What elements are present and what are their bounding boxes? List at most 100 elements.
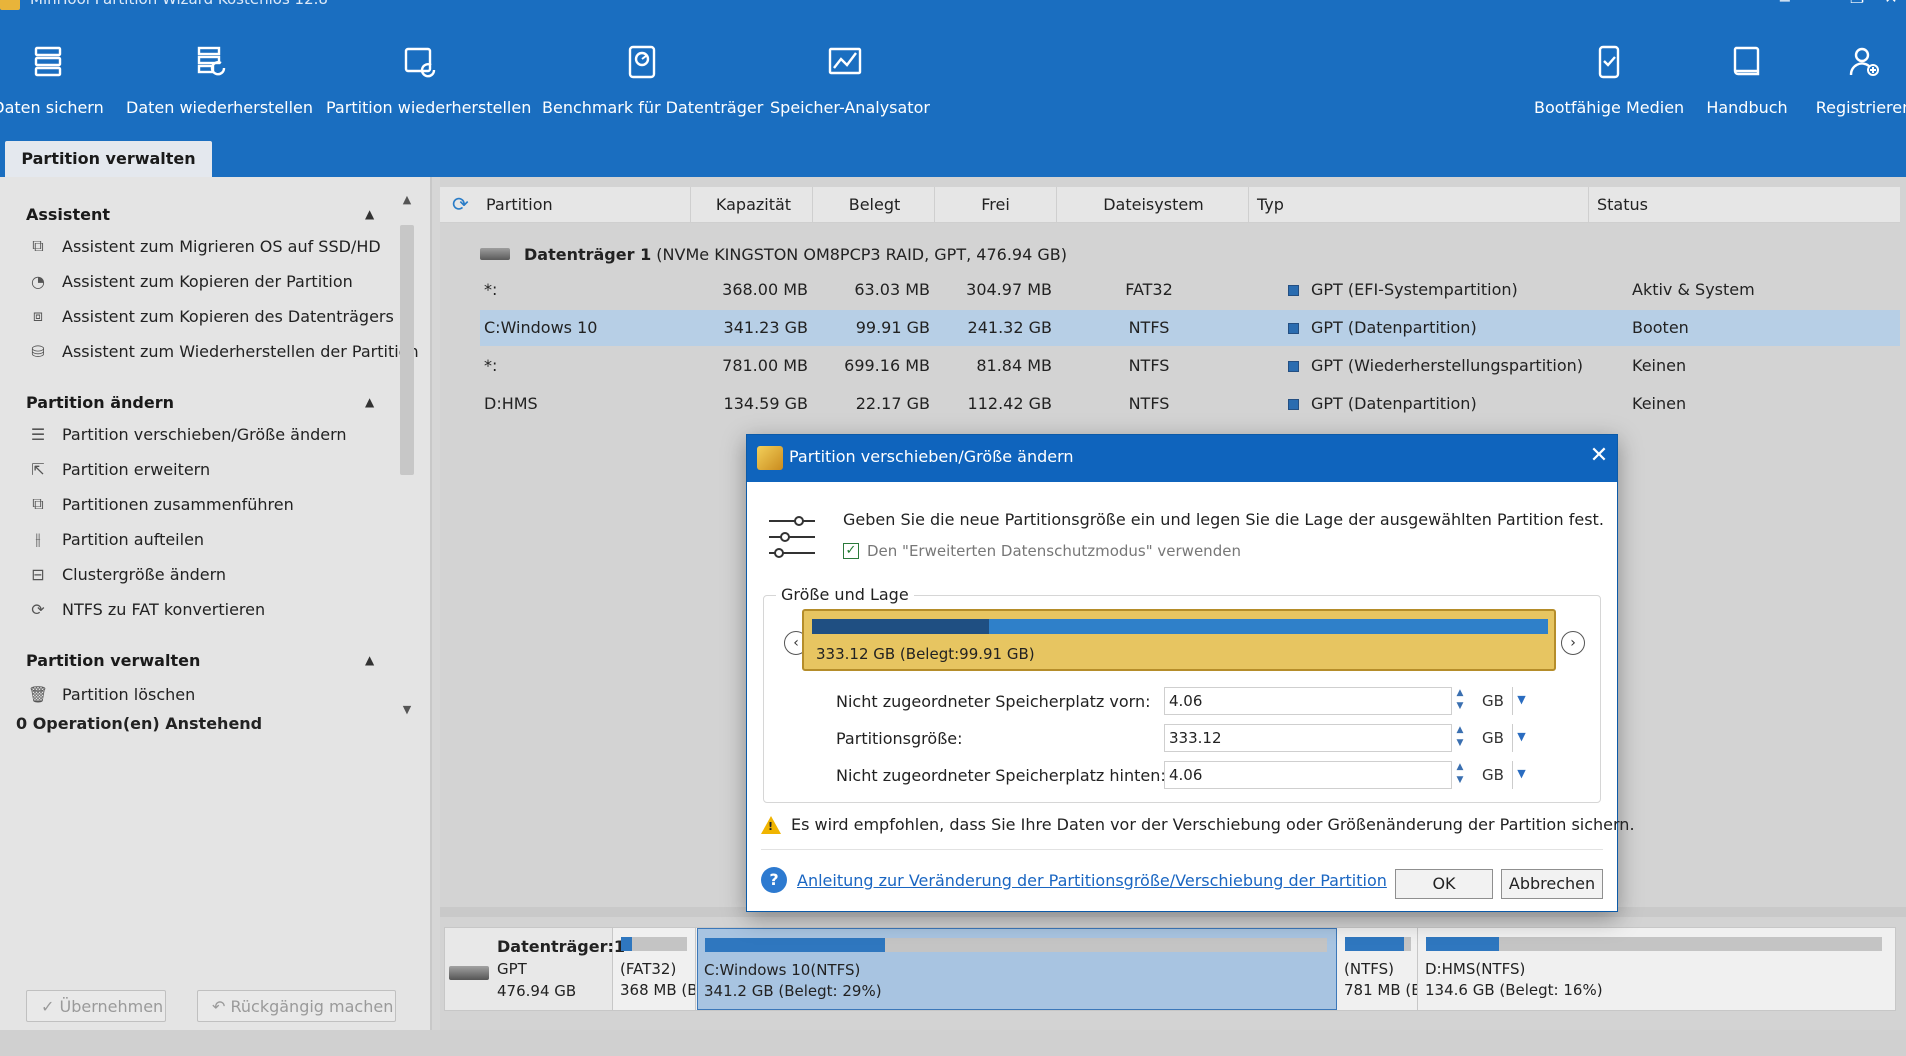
toolbar-bootable-media-button[interactable]: Bootfähige Medien: [1534, 36, 1684, 126]
unallocated-before-input[interactable]: 4.06: [1164, 687, 1452, 715]
col-filesystem[interactable]: Dateisystem: [1056, 187, 1250, 223]
move-resize-icon: ☰: [30, 424, 46, 444]
cell-status: Keinen: [1632, 356, 1687, 375]
disk-map-partition[interactable]: D:HMS(NTFS) 134.6 GB (Belegt: 16%): [1419, 928, 1895, 1010]
ok-button[interactable]: OK: [1395, 869, 1493, 899]
disk-map-partition[interactable]: (FAT32) 368 MB (Bel: [614, 928, 696, 1010]
partition-size-stepper-icon[interactable]: ▲ ▼: [1452, 724, 1468, 752]
menu-icon[interactable]: ≡: [1774, 0, 1796, 8]
partition-used-fill: [812, 619, 989, 634]
table-row[interactable]: *: 368.00 MB 63.03 MB 304.97 MB FAT32 GP…: [480, 272, 1900, 308]
sidebar-item-migrate-os[interactable]: ⧉ Assistent zum Migrieren OS auf SSD/HD: [28, 233, 381, 259]
unit-dropdown-icon[interactable]: ▼: [1512, 687, 1530, 715]
toolbar-benchmark-button[interactable]: Benchmark für Datenträger: [542, 36, 763, 126]
partition-size-label: Partitionsgröße:: [836, 729, 963, 748]
undo-button[interactable]: ↶ Rückgängig machen: [197, 990, 396, 1022]
data-recovery-icon: [197, 46, 226, 76]
sidebar-item-merge-partitions[interactable]: ⧉ Partitionen zusammenführen: [28, 491, 293, 517]
restore-icon[interactable]: ❐: [1846, 0, 1868, 8]
refresh-icon[interactable]: ⟳: [452, 194, 472, 215]
unallocated-before-stepper-icon[interactable]: ▲ ▼: [1452, 687, 1468, 715]
sidebar-item-copy-disk[interactable]: ⧈ Assistent zum Kopieren des Datenträgers: [28, 303, 394, 329]
sidebar-item-extend-partition[interactable]: ⇱ Partition erweitern: [28, 456, 210, 482]
manual-icon: [1733, 46, 1760, 76]
backup-icon: [34, 46, 62, 77]
advanced-protection-checkbox[interactable]: ✓ Den "Erweiterten Datenschutzmodus" ver…: [843, 542, 1241, 560]
scroll-up-icon[interactable]: ▲: [400, 193, 414, 206]
toolbar-bootable-media-label: Bootfähige Medien: [1534, 98, 1685, 117]
sidebar-item-ntfs-to-fat[interactable]: ⟳ NTFS zu FAT konvertieren: [28, 596, 265, 622]
cell-partition: *:: [484, 356, 498, 375]
cell-type-label: GPT (Datenpartition): [1311, 394, 1477, 413]
toolbar-manual-button[interactable]: Handbuch: [1700, 36, 1794, 126]
usage-fill: [621, 937, 633, 951]
sidebar-item-delete-partition[interactable]: 🗑 Partition löschen: [28, 681, 195, 707]
move-right-arrow-icon[interactable]: ›: [1561, 631, 1585, 655]
help-icon[interactable]: ?: [761, 867, 787, 893]
col-capacity[interactable]: Kapazität: [690, 187, 816, 223]
copy-disk-icon: ⧈: [32, 306, 44, 325]
partition-size-input[interactable]: 333.12: [1164, 724, 1452, 752]
app-logo-icon: [0, 0, 20, 10]
help-link[interactable]: Anleitung zur Veränderung der Partitions…: [797, 871, 1387, 890]
close-window-icon[interactable]: ✕: [1880, 0, 1902, 8]
col-free[interactable]: Frei: [934, 187, 1056, 223]
dialog-close-icon[interactable]: ✕: [1587, 443, 1611, 469]
toolbar-space-analyzer-button[interactable]: Speicher-Analysator: [770, 36, 930, 126]
tab-partition-management[interactable]: Partition verwalten: [5, 141, 212, 177]
table-row[interactable]: *: 781.00 MB 699.16 MB 81.84 MB NTFS GPT…: [480, 348, 1900, 384]
disk-map-partition-selected[interactable]: C:Windows 10(NTFS) 341.2 GB (Belegt: 29%…: [697, 928, 1337, 1010]
section-manage-partition-collapse-icon[interactable]: ▲: [365, 653, 379, 667]
toolbar-manual-label: Handbuch: [1706, 98, 1788, 117]
minimize-icon[interactable]: –: [1812, 0, 1834, 8]
unallocated-after-stepper-icon[interactable]: ▲ ▼: [1452, 761, 1468, 789]
sidebar-item-partition-recovery[interactable]: ⛁ Assistent zum Wiederherstellen der Part…: [28, 338, 418, 364]
sidebar-scrollbar[interactable]: ▲ ▼: [400, 193, 414, 716]
sidebar-item-label: Partition aufteilen: [62, 529, 205, 549]
sidebar-item-label: Assistent zum Migrieren OS auf SSD/HD: [62, 236, 381, 256]
disk-row[interactable]: Datenträger 1 (NVMe KINGSTON OM8PCP3 RAI…: [480, 241, 1067, 267]
disk-label: Datenträger 1: [524, 244, 652, 264]
cell-used: 699.16 MB: [844, 356, 930, 375]
cell-status: Booten: [1632, 318, 1689, 337]
sidebar-item-cluster-size[interactable]: ⊟ Clustergröße ändern: [28, 561, 226, 587]
cell-capacity: 368.00 MB: [722, 280, 808, 299]
section-change-partition-collapse-icon[interactable]: ▲: [365, 395, 379, 409]
disk-icon: [449, 966, 489, 980]
partition-recovery-icon: [404, 47, 436, 78]
cell-free: 112.42 GB: [967, 394, 1052, 413]
unallocated-after-input[interactable]: 4.06: [1164, 761, 1452, 789]
apply-button[interactable]: ✓ Übernehmen: [26, 990, 166, 1022]
cancel-button[interactable]: Abbrechen: [1501, 869, 1603, 899]
sidebar-item-copy-partition[interactable]: ◔ Assistent zum Kopieren der Partition: [28, 268, 353, 294]
unit-dropdown-icon[interactable]: ▼: [1512, 761, 1530, 789]
col-type[interactable]: Typ: [1248, 187, 1588, 223]
section-wizard-collapse-icon[interactable]: ▲: [365, 207, 379, 221]
toolbar-data-recovery-button[interactable]: Daten wiederherstellen: [126, 36, 313, 126]
sidebar-item-move-resize[interactable]: ☰ Partition verschieben/Größe ändern: [28, 421, 347, 447]
disk-map-partition[interactable]: (NTFS) 781 MB (Bel: [1338, 928, 1418, 1010]
col-status[interactable]: Status: [1588, 187, 1900, 223]
dialog-title-bar: Partition verschieben/Größe ändern ✕: [747, 435, 1617, 482]
col-used[interactable]: Belegt: [812, 187, 936, 223]
sidebar-scroll-thumb[interactable]: [400, 225, 414, 475]
table-row[interactable]: D:HMS 134.59 GB 22.17 GB 112.42 GB NTFS …: [480, 386, 1900, 422]
move-resize-dialog: Partition verschieben/Größe ändern ✕ Geb…: [746, 434, 1635, 912]
cell-used: 22.17 GB: [855, 394, 930, 413]
table-row-selected[interactable]: C:Windows 10 341.23 GB 99.91 GB 241.32 G…: [480, 310, 1900, 346]
convert-icon: ⟳: [31, 599, 45, 619]
warning-text: Es wird empfohlen, dass Sie Ihre Daten v…: [791, 815, 1635, 834]
toolbar-register-button[interactable]: Registrieren: [1810, 36, 1906, 126]
sidebar-item-split-partition[interactable]: ⫲ Partition aufteilen: [28, 526, 204, 552]
toolbar-backup-button[interactable]: Daten sichern: [0, 36, 104, 126]
toolbar-space-analyzer-label: Speicher-Analysator: [770, 98, 930, 117]
checkbox-check-icon[interactable]: ✓: [843, 543, 859, 559]
unit-dropdown-icon[interactable]: ▼: [1512, 724, 1530, 752]
toolbar-partition-recovery-button[interactable]: Partition wiederherstellen: [326, 36, 531, 126]
cell-status: Aktiv & System: [1632, 280, 1755, 299]
partition-size-bar[interactable]: 333.12 GB (Belegt:99.91 GB): [802, 609, 1556, 671]
cell-free: 241.32 GB: [967, 318, 1052, 337]
scroll-down-icon[interactable]: ▼: [400, 703, 414, 716]
disk-map-info[interactable]: Datenträger:1 GPT 476.94 GB: [445, 928, 625, 1010]
partition-size: 134.6 GB (Belegt: 16%): [1425, 981, 1603, 999]
